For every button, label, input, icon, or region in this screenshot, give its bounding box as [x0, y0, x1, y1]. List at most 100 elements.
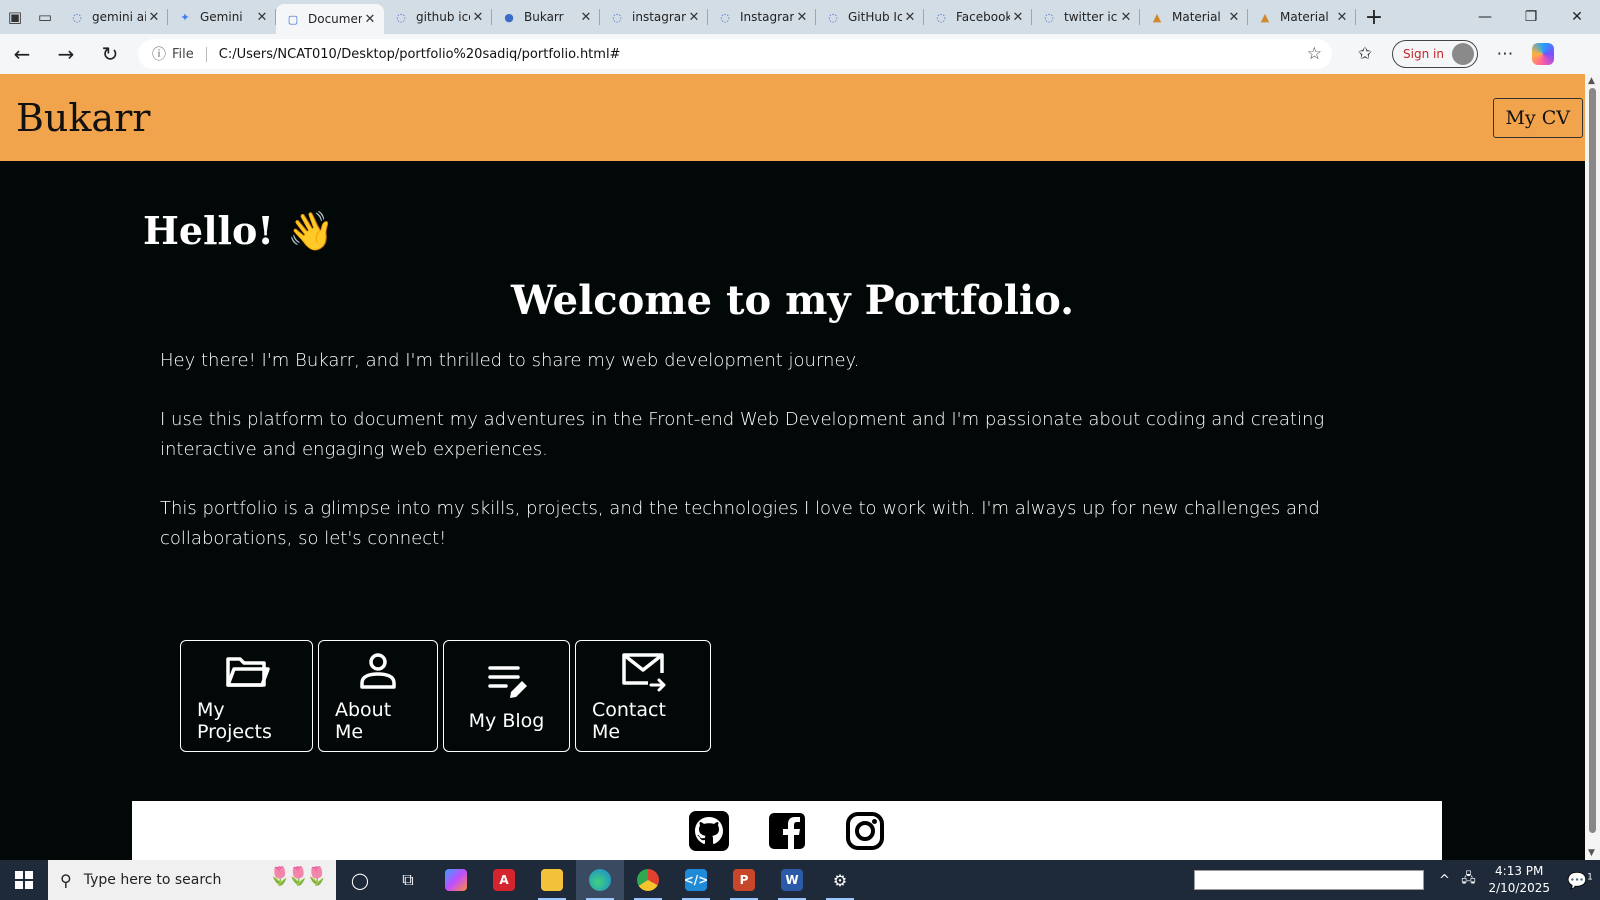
- my-projects-card[interactable]: My Projects: [180, 640, 313, 752]
- word-icon[interactable]: W: [768, 860, 816, 900]
- edge-icon[interactable]: [576, 860, 624, 900]
- clock-time: 4:13 PM: [1495, 864, 1544, 878]
- url-text[interactable]: C:/Users/NCAT010/Desktop/portfolio%20sad…: [219, 47, 1307, 62]
- welcome-heading: Welcome to my Portfolio.: [510, 277, 1075, 324]
- browser-tab[interactable]: ◌ gemini ai ✕: [60, 0, 168, 34]
- search-icon: ◌: [72, 10, 82, 24]
- browser-tab[interactable]: ▢ Document✕: [276, 4, 384, 34]
- my-cv-button[interactable]: My CV: [1492, 97, 1583, 138]
- intro-paragraph: Hey there! I'm Bukarr, and I'm thrilled …: [160, 350, 860, 371]
- acrobat-icon[interactable]: A: [480, 860, 528, 900]
- clock[interactable]: 4:13 PM 2/10/2025: [1480, 863, 1560, 897]
- tab-title: github icon: [416, 10, 470, 24]
- browser-tab[interactable]: ● Bukarr ✕: [492, 0, 600, 34]
- browser-toolbar: ← → ↻ ⓘ File C:/Users/NCAT010/Desktop/po…: [0, 34, 1600, 74]
- close-tab-icon[interactable]: ✕: [686, 10, 702, 25]
- start-button[interactable]: [0, 860, 48, 900]
- workspaces-icon[interactable]: ▣: [0, 0, 30, 34]
- refresh-button[interactable]: ↻: [88, 34, 132, 74]
- task-view-icon[interactable]: ⧉: [384, 860, 432, 900]
- favorite-star-icon[interactable]: ☆: [1307, 44, 1322, 64]
- close-window-icon[interactable]: ✕: [1554, 0, 1600, 34]
- instagram-icon[interactable]: [845, 811, 885, 851]
- github-icon[interactable]: [689, 811, 729, 851]
- address-bar[interactable]: ⓘ File C:/Users/NCAT010/Desktop/portfoli…: [138, 39, 1332, 69]
- about-me-card[interactable]: About Me: [318, 640, 438, 752]
- intro-paragraph: I use this platform to document my adven…: [160, 409, 1325, 460]
- copilot-taskbar-icon[interactable]: [432, 860, 480, 900]
- close-tab-icon[interactable]: ✕: [578, 10, 594, 25]
- minimize-icon[interactable]: —: [1462, 0, 1508, 34]
- hello-heading: Hello! 👋: [143, 208, 335, 253]
- browser-tab[interactable]: ✦ Gemini ✕: [168, 0, 276, 34]
- favorites-icon[interactable]: ✩: [1348, 44, 1382, 64]
- vscode-icon[interactable]: </>: [672, 860, 720, 900]
- page-viewport: Bukarr My CV Hello! 👋 Welcome to my Port…: [0, 74, 1585, 860]
- gemini-icon: ✦: [180, 10, 190, 24]
- tab-actions-icon[interactable]: ▭: [30, 0, 60, 34]
- card-label: Contact Me: [592, 699, 666, 743]
- browser-tab[interactable]: ▲ Material ✕: [1140, 0, 1248, 34]
- cortana-icon[interactable]: ◯: [336, 860, 384, 900]
- notification-icon[interactable]: 💬1: [1560, 871, 1600, 890]
- mail-icon: [622, 653, 666, 692]
- site-header: Bukarr My CV: [0, 74, 1585, 161]
- scroll-thumb[interactable]: [1589, 88, 1596, 833]
- card-label: My Projects: [197, 699, 272, 743]
- document-icon: ▢: [287, 12, 299, 26]
- site-footer: [132, 801, 1442, 860]
- sign-in-button[interactable]: Sign in: [1392, 40, 1478, 68]
- show-hidden-icons-icon[interactable]: ^: [1432, 873, 1456, 888]
- facebook-icon[interactable]: [767, 811, 807, 851]
- browser-tab[interactable]: ◌ github icon✕: [384, 0, 492, 34]
- new-tab-button[interactable]: +: [1356, 0, 1392, 34]
- taskbar-search[interactable]: ⚲ Type here to search 🌷🌷🌷: [48, 860, 336, 900]
- search-icon: ◌: [396, 10, 406, 24]
- browser-tab[interactable]: ◌ Instagram✕: [708, 0, 816, 34]
- close-tab-icon[interactable]: ✕: [1118, 10, 1134, 25]
- material-icon: ▲: [1152, 10, 1162, 24]
- settings-icon[interactable]: ⚙: [816, 860, 864, 900]
- scroll-down-icon[interactable]: ▼: [1588, 848, 1595, 858]
- tab-title: instagram: [632, 10, 686, 24]
- scroll-up-icon[interactable]: ▲: [1588, 76, 1595, 86]
- chrome-icon[interactable]: [624, 860, 672, 900]
- restore-icon[interactable]: ❐: [1508, 0, 1554, 34]
- close-tab-icon[interactable]: ✕: [794, 10, 810, 25]
- close-tab-icon[interactable]: ✕: [362, 12, 378, 27]
- close-tab-icon[interactable]: ✕: [254, 10, 270, 25]
- tab-title: gemini ai: [92, 10, 146, 24]
- back-button[interactable]: ←: [0, 34, 44, 74]
- browser-tab[interactable]: ◌ GitHub Icon✕: [816, 0, 924, 34]
- browser-tab[interactable]: ◌ instagram✕: [600, 0, 708, 34]
- close-tab-icon[interactable]: ✕: [902, 10, 918, 25]
- network-icon[interactable]: 🖧: [1456, 869, 1480, 891]
- tab-title: twitter icon: [1064, 10, 1118, 24]
- contact-me-card[interactable]: Contact Me: [575, 640, 711, 752]
- info-icon[interactable]: ⓘ: [152, 44, 166, 64]
- browser-tab[interactable]: ◌ Facebook ✕: [924, 0, 1032, 34]
- close-tab-icon[interactable]: ✕: [1010, 10, 1026, 25]
- material-icon: ▲: [1260, 10, 1270, 24]
- page-scrollbar[interactable]: ▲ ▼: [1585, 74, 1600, 860]
- forward-button[interactable]: →: [44, 34, 88, 74]
- blog-icon: [487, 666, 527, 698]
- folder-icon: [225, 657, 270, 687]
- close-tab-icon[interactable]: ✕: [1226, 10, 1242, 25]
- tray-address-input[interactable]: [1194, 870, 1425, 890]
- my-blog-card[interactable]: My Blog: [443, 640, 570, 752]
- site-brand[interactable]: Bukarr: [16, 96, 150, 140]
- copilot-icon[interactable]: [1531, 43, 1554, 65]
- browser-tab[interactable]: ◌ twitter icon✕: [1032, 0, 1140, 34]
- file-explorer-icon[interactable]: [528, 860, 576, 900]
- file-label: File: [172, 46, 207, 62]
- close-tab-icon[interactable]: ✕: [146, 10, 162, 25]
- close-tab-icon[interactable]: ✕: [1334, 10, 1350, 25]
- browser-tab[interactable]: ▲ Material ✕: [1248, 0, 1356, 34]
- close-tab-icon[interactable]: ✕: [470, 10, 486, 25]
- search-placeholder: Type here to search: [83, 872, 222, 888]
- more-options-icon[interactable]: ⋯: [1488, 44, 1522, 64]
- tab-title: Instagram: [740, 10, 794, 24]
- powerpoint-icon[interactable]: P: [720, 860, 768, 900]
- tab-title: GitHub Icon: [848, 10, 902, 24]
